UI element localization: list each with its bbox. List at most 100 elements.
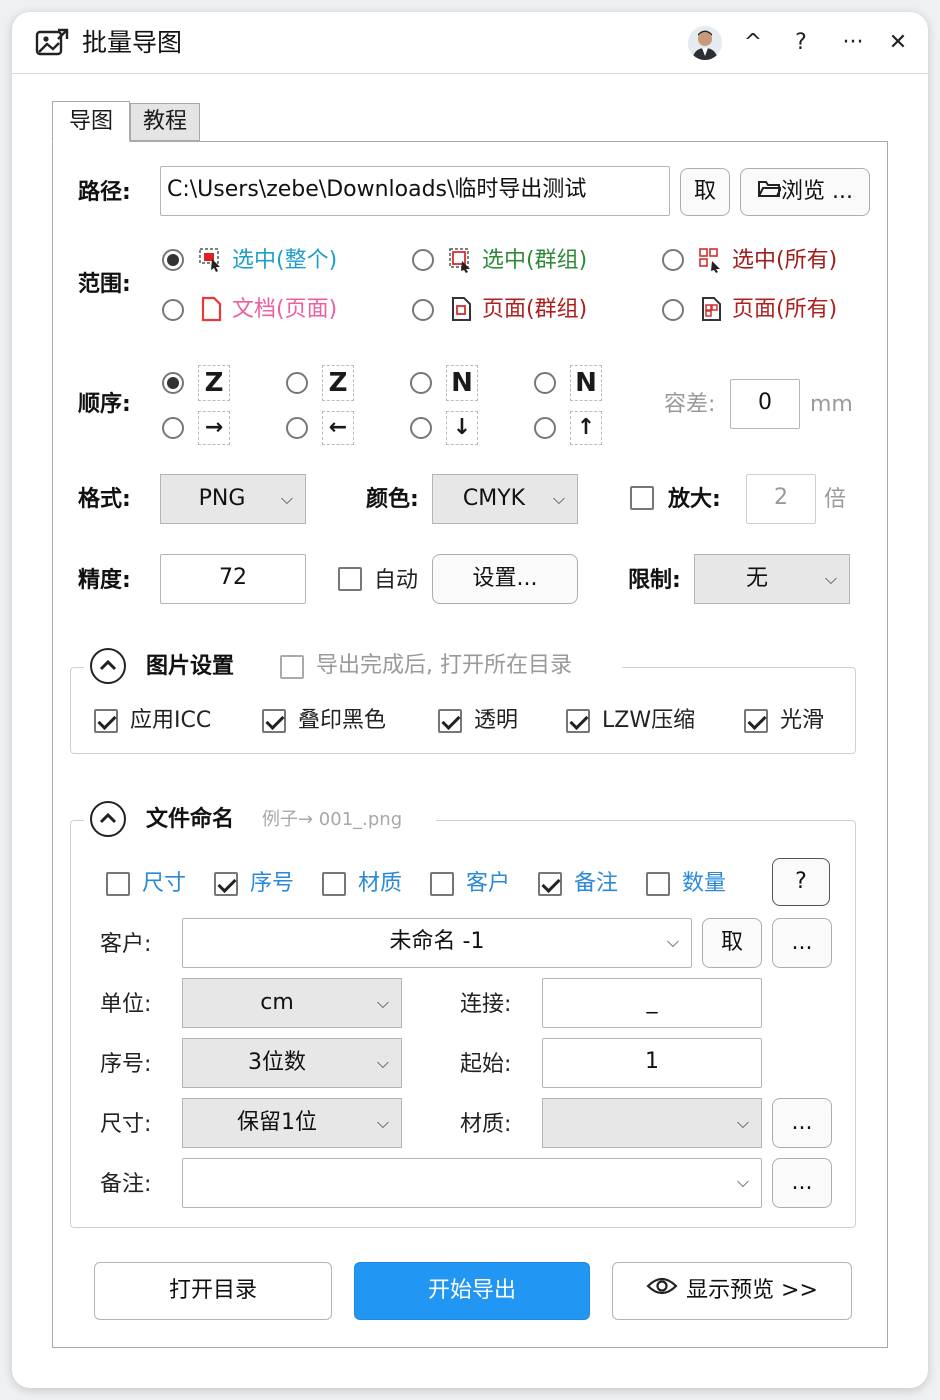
export-image-icon — [34, 26, 70, 60]
scope-option-page-all[interactable]: 页面(所有) — [732, 293, 837, 327]
tolerance-label: 容差: — [664, 392, 716, 417]
scope-option-selected-whole[interactable]: 选中(整个) — [232, 244, 337, 278]
batch-export-window: 批量导图 ^ ? ··· ✕ 导图 教程 路径: C:\Users\zebe\D… — [12, 12, 928, 1388]
zoom-unit: 倍 — [824, 487, 847, 512]
smooth-checkbox[interactable] — [744, 709, 768, 733]
order-radio-down[interactable] — [410, 417, 432, 439]
order-n-reverse-icon: N — [570, 365, 602, 401]
file-naming-example: 例子→ 001_.png — [262, 809, 403, 830]
order-radio-right[interactable] — [162, 417, 184, 439]
naming-help-button[interactable]: ? — [772, 858, 830, 906]
start-input[interactable]: 1 — [542, 1038, 762, 1088]
note-more-button[interactable]: ... — [772, 1158, 832, 1208]
color-select[interactable]: CMYK ⌵ — [432, 474, 578, 524]
open-directory-button[interactable]: 打开目录 — [94, 1262, 332, 1320]
order-up-arrow-icon: ↑ — [570, 411, 602, 445]
size-value: 保留1位 — [237, 1110, 317, 1135]
order-radio-up[interactable] — [534, 417, 556, 439]
open-after-export-checkbox[interactable] — [280, 655, 304, 679]
unit-select[interactable]: cm ⌵ — [182, 978, 402, 1028]
overprint-black-label: 叠印黑色 — [298, 708, 387, 733]
customer-more-button[interactable]: ... — [772, 918, 832, 968]
customer-select[interactable]: 未命名 -1 ⌵ — [182, 918, 692, 968]
order-radio-n[interactable] — [410, 372, 432, 394]
material-more-button[interactable]: ... — [772, 1098, 832, 1148]
order-z-reverse-icon: Z — [322, 365, 354, 401]
browse-button[interactable]: 浏览 ... — [740, 168, 870, 216]
material-select[interactable]: ⌵ — [542, 1098, 762, 1148]
order-radio-left[interactable] — [286, 417, 308, 439]
chevron-up-icon — [99, 812, 117, 824]
apply-icc-label: 应用ICC — [130, 708, 212, 733]
collapse-file-naming-button[interactable] — [90, 801, 126, 837]
zoom-checkbox[interactable] — [630, 486, 654, 510]
more-options-button[interactable]: ··· — [838, 26, 868, 60]
overprint-black-checkbox[interactable] — [262, 709, 286, 733]
scope-option-selected-group[interactable]: 选中(群组) — [482, 244, 587, 278]
material-label: 材质: — [460, 1112, 512, 1137]
lzw-compress-checkbox[interactable] — [566, 709, 590, 733]
serial-select[interactable]: 3位数 ⌵ — [182, 1038, 402, 1088]
take-customer-button[interactable]: 取 — [702, 918, 762, 968]
scope-radio-page-group[interactable] — [412, 299, 434, 321]
scope-radio-selected-all[interactable] — [662, 249, 684, 271]
open-after-export-label: 导出完成后, 打开所在目录 — [316, 653, 572, 678]
user-avatar[interactable] — [688, 26, 722, 60]
apply-icc-checkbox[interactable] — [94, 709, 118, 733]
tag-material-checkbox[interactable] — [322, 872, 346, 896]
collapse-window-button[interactable]: ^ — [740, 26, 766, 60]
chevron-down-icon: ⌵ — [280, 489, 293, 508]
scope-radio-document-pages[interactable] — [162, 299, 184, 321]
settings-button[interactable]: 设置... — [432, 554, 578, 604]
lzw-compress-label: LZW压缩 — [602, 708, 696, 733]
tolerance-unit: mm — [810, 392, 853, 417]
order-radio-z[interactable] — [162, 372, 184, 394]
format-label: 格式: — [78, 487, 131, 512]
customer-label: 客户: — [100, 932, 152, 957]
image-settings-title: 图片设置 — [146, 654, 235, 679]
transparent-checkbox[interactable] — [438, 709, 462, 733]
start-label: 起始: — [460, 1052, 512, 1077]
tag-quantity-checkbox[interactable] — [646, 872, 670, 896]
start-export-button[interactable]: 开始导出 — [354, 1262, 590, 1320]
scope-option-document-pages[interactable]: 文档(页面) — [232, 293, 337, 327]
connect-input[interactable]: _ — [542, 978, 762, 1028]
close-button[interactable]: ✕ — [884, 26, 912, 60]
size-select[interactable]: 保留1位 ⌵ — [182, 1098, 402, 1148]
tag-customer-checkbox[interactable] — [430, 872, 454, 896]
format-select[interactable]: PNG ⌵ — [160, 474, 306, 524]
path-input[interactable]: C:\Users\zebe\Downloads\临时导出测试 — [160, 166, 670, 216]
scope-radio-page-all[interactable] — [662, 299, 684, 321]
take-path-button[interactable]: 取 — [680, 168, 730, 216]
tag-size-checkbox[interactable] — [106, 872, 130, 896]
tag-serial-checkbox[interactable] — [214, 872, 238, 896]
connect-label: 连接: — [460, 992, 512, 1017]
serial-label: 序号: — [100, 1052, 152, 1077]
scope-radio-selected-whole[interactable] — [162, 249, 184, 271]
zoom-input[interactable]: 2 — [746, 474, 816, 524]
tab-export[interactable]: 导图 — [52, 101, 130, 142]
auto-checkbox[interactable] — [338, 567, 362, 591]
note-select[interactable]: ⌵ — [182, 1158, 762, 1208]
collapse-image-settings-button[interactable] — [90, 648, 126, 684]
limit-select[interactable]: 无 ⌵ — [694, 554, 850, 604]
file-naming-title: 文件命名 — [146, 807, 235, 832]
chevron-down-icon: ⌵ — [376, 993, 389, 1012]
order-left-arrow-icon: ← — [322, 411, 354, 445]
folder-icon — [757, 169, 783, 215]
precision-input[interactable]: 72 — [160, 554, 306, 604]
help-button[interactable]: ? — [788, 26, 814, 60]
scope-option-page-group[interactable]: 页面(群组) — [482, 293, 587, 327]
tab-tutorial[interactable]: 教程 — [130, 103, 200, 141]
zoom-label: 放大: — [668, 487, 721, 512]
tolerance-input[interactable]: 0 — [730, 379, 800, 429]
order-radio-z-reverse[interactable] — [286, 372, 308, 394]
order-radio-n-reverse[interactable] — [534, 372, 556, 394]
show-preview-button[interactable]: 显示预览 >> — [612, 1262, 852, 1320]
tag-note-checkbox[interactable] — [538, 872, 562, 896]
scope-radio-selected-group[interactable] — [412, 249, 434, 271]
chevron-down-icon: ⌵ — [824, 569, 837, 588]
scope-option-selected-all[interactable]: 选中(所有) — [732, 244, 837, 278]
customer-value: 未命名 -1 — [389, 929, 485, 954]
scope-label: 范围: — [78, 272, 131, 297]
